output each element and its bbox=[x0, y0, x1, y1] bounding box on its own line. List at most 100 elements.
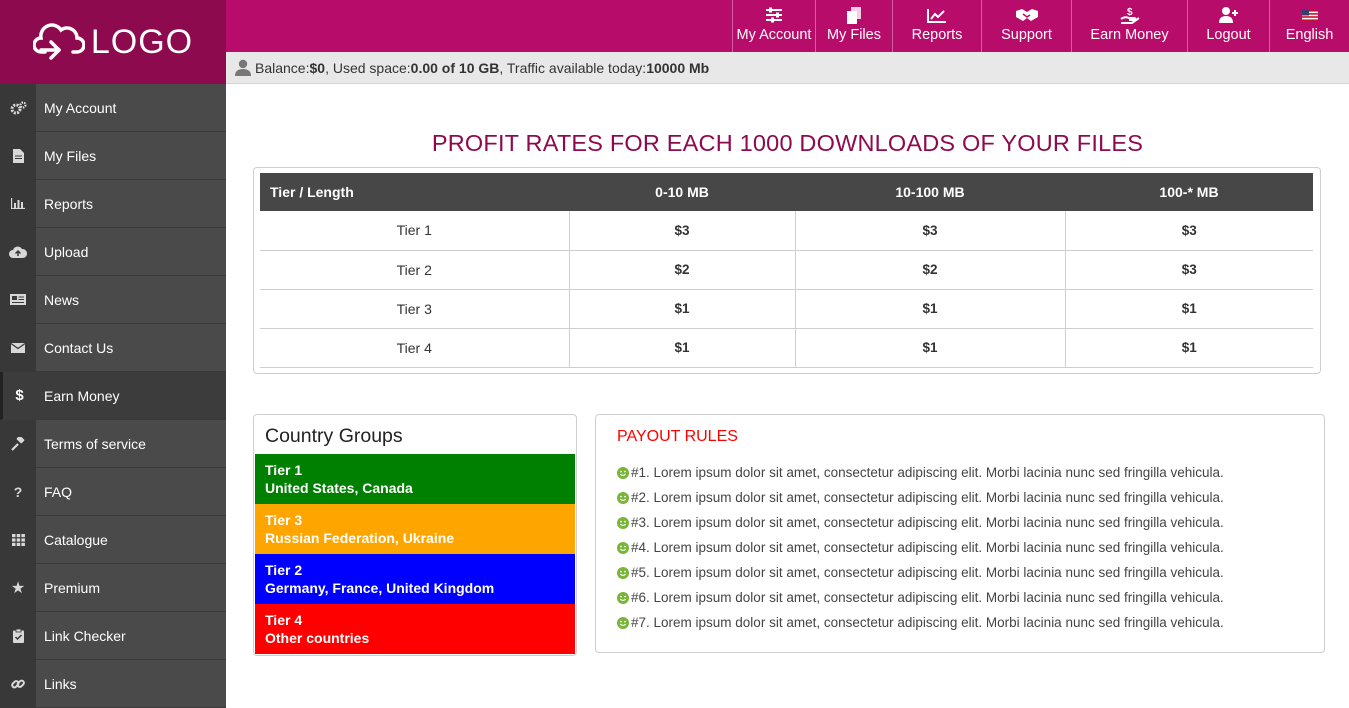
rate-cell: $2 bbox=[569, 250, 796, 290]
rate-cell: $1 bbox=[1065, 328, 1313, 368]
sidebar-item-earn-money[interactable]: $ Earn Money bbox=[0, 371, 226, 420]
cloud-upload-logo-icon bbox=[32, 18, 86, 67]
sidebar-item-contact-us[interactable]: Contact Us bbox=[0, 323, 226, 372]
nav-logout[interactable]: Logout bbox=[1187, 0, 1269, 52]
list-item: #5. Lorem ipsum dolor sit amet, consecte… bbox=[617, 560, 1324, 585]
sidebar-item-terms-of-service[interactable]: Terms of service bbox=[0, 419, 226, 468]
list-item: #1. Lorem ipsum dolor sit amet, consecte… bbox=[617, 460, 1324, 485]
sidebar-item-my-account[interactable]: My Account bbox=[0, 83, 226, 132]
list-item: #3. Lorem ipsum dolor sit amet, consecte… bbox=[617, 510, 1324, 535]
list-item: #4. Lorem ipsum dolor sit amet, consecte… bbox=[617, 535, 1324, 560]
group-countries: United States, Canada bbox=[265, 480, 413, 496]
sidebar-item-premium[interactable]: ★ Premium bbox=[0, 563, 226, 612]
rate-cell: $1 bbox=[795, 289, 1066, 329]
country-group-tier-3: Tier 3 Russian Federation, Ukraine bbox=[255, 504, 575, 554]
svg-text:$: $ bbox=[1127, 7, 1133, 18]
rate-cell: $1 bbox=[569, 328, 796, 368]
table-row: Tier 2 $2 $2 $3 bbox=[260, 250, 1313, 290]
table-row: Tier 1 $3 $3 $3 bbox=[260, 211, 1313, 251]
rate-cell: $3 bbox=[1065, 250, 1313, 290]
list-item: #7. Lorem ipsum dolor sit amet, consecte… bbox=[617, 610, 1324, 635]
sidebar-item-upload[interactable]: Upload bbox=[0, 227, 226, 276]
column-header: 100-* MB bbox=[1065, 173, 1313, 211]
table-row: Tier 3 $1 $1 $1 bbox=[260, 289, 1313, 329]
group-tier-label: Tier 2 bbox=[265, 562, 303, 578]
nav-reports[interactable]: Reports bbox=[892, 0, 981, 52]
dollar-icon: $ bbox=[3, 371, 36, 420]
newspaper-icon bbox=[0, 275, 36, 324]
table-row: Tier 4 $1 $1 $1 bbox=[260, 328, 1313, 368]
hand-dollar-icon: $ bbox=[1119, 6, 1140, 24]
country-group-tier-4: Tier 4 Other countries bbox=[255, 604, 575, 654]
nav-my-account[interactable]: My Account bbox=[732, 0, 815, 52]
table-header-row: Tier / Length 0-10 MB 10-100 MB 100-* MB bbox=[260, 173, 1313, 211]
user-plus-icon bbox=[1218, 6, 1239, 24]
sidebar-item-news[interactable]: News bbox=[0, 275, 226, 324]
nav-earn-money[interactable]: $ Earn Money bbox=[1071, 0, 1187, 52]
group-tier-label: Tier 1 bbox=[265, 462, 303, 478]
payout-rules-title: PAYOUT RULES bbox=[617, 428, 738, 445]
profit-rates-table-panel: Tier / Length 0-10 MB 10-100 MB 100-* MB… bbox=[253, 167, 1321, 374]
profit-rates-table: Tier / Length 0-10 MB 10-100 MB 100-* MB… bbox=[260, 173, 1313, 368]
rate-cell: $2 bbox=[795, 250, 1066, 290]
smile-icon bbox=[617, 516, 629, 529]
tier-cell: Tier 1 bbox=[260, 211, 570, 251]
balance-value: $0 bbox=[309, 59, 326, 76]
payout-rules-panel: PAYOUT RULES #1. Lorem ipsum dolor sit a… bbox=[595, 414, 1325, 653]
bar-chart-icon bbox=[0, 179, 36, 228]
sliders-icon bbox=[765, 6, 783, 24]
link-icon bbox=[0, 659, 36, 708]
rate-cell: $1 bbox=[795, 328, 1066, 368]
grid-icon bbox=[0, 515, 36, 564]
rate-cell: $1 bbox=[1065, 289, 1313, 329]
nav-support[interactable]: Support bbox=[981, 0, 1071, 52]
smile-icon bbox=[617, 566, 629, 579]
question-icon: ? bbox=[0, 467, 36, 516]
account-status-bar: Balance: $0 , Used space: 0.00 of 10 GB … bbox=[226, 52, 1349, 84]
smile-icon bbox=[617, 491, 629, 504]
traffic-value: 10000 Mb bbox=[646, 59, 710, 76]
country-group-tier-2: Tier 2 Germany, France, United Kingdom bbox=[255, 554, 575, 604]
smile-icon bbox=[617, 616, 629, 629]
top-navigation: My Account My Files Reports Support $ Ea… bbox=[226, 0, 1349, 52]
rate-cell: $3 bbox=[795, 211, 1066, 251]
logo[interactable]: LOGO bbox=[0, 0, 226, 84]
handshake-icon bbox=[1015, 6, 1039, 24]
group-countries: Other countries bbox=[265, 630, 370, 646]
column-header: 10-100 MB bbox=[795, 173, 1065, 211]
list-item: #6. Lorem ipsum dolor sit amet, consecte… bbox=[617, 585, 1324, 610]
files-icon bbox=[847, 6, 861, 24]
smile-icon bbox=[617, 591, 629, 604]
cogs-icon bbox=[0, 83, 36, 132]
list-item: #2. Lorem ipsum dolor sit amet, consecte… bbox=[617, 485, 1324, 510]
sidebar-item-faq[interactable]: ? FAQ bbox=[0, 467, 226, 516]
column-header: Tier / Length bbox=[260, 173, 569, 211]
group-tier-label: Tier 3 bbox=[265, 512, 303, 528]
sidebar-item-link-checker[interactable]: Link Checker bbox=[0, 611, 226, 660]
used-space-value: 0.00 of 10 GB bbox=[410, 59, 500, 76]
file-icon bbox=[0, 131, 36, 180]
logo-text: LOGO bbox=[90, 22, 194, 61]
group-countries: Russian Federation, Ukraine bbox=[265, 530, 455, 546]
country-groups-title: Country Groups bbox=[265, 425, 403, 447]
group-countries: Germany, France, United Kingdom bbox=[265, 580, 495, 596]
smile-icon bbox=[617, 466, 629, 479]
user-icon bbox=[235, 59, 251, 76]
nav-my-files[interactable]: My Files bbox=[815, 0, 892, 52]
sidebar-item-my-files[interactable]: My Files bbox=[0, 131, 226, 180]
sidebar: My Account My Files Reports Upload News … bbox=[0, 83, 226, 708]
rate-cell: $3 bbox=[1065, 211, 1313, 251]
sidebar-item-catalogue[interactable]: Catalogue bbox=[0, 515, 226, 564]
tier-cell: Tier 4 bbox=[260, 328, 570, 368]
us-flag-icon bbox=[1301, 6, 1318, 24]
nav-language-english[interactable]: English bbox=[1269, 0, 1349, 52]
sidebar-item-reports[interactable]: Reports bbox=[0, 179, 226, 228]
rate-cell: $3 bbox=[569, 211, 796, 251]
smile-icon bbox=[617, 541, 629, 554]
clipboard-check-icon bbox=[0, 611, 36, 660]
column-header: 0-10 MB bbox=[569, 173, 795, 211]
envelope-icon bbox=[0, 323, 36, 372]
country-groups-panel: Country Groups Tier 1 United States, Can… bbox=[253, 414, 577, 656]
sidebar-item-links[interactable]: Links bbox=[0, 659, 226, 708]
rate-cell: $1 bbox=[569, 289, 796, 329]
